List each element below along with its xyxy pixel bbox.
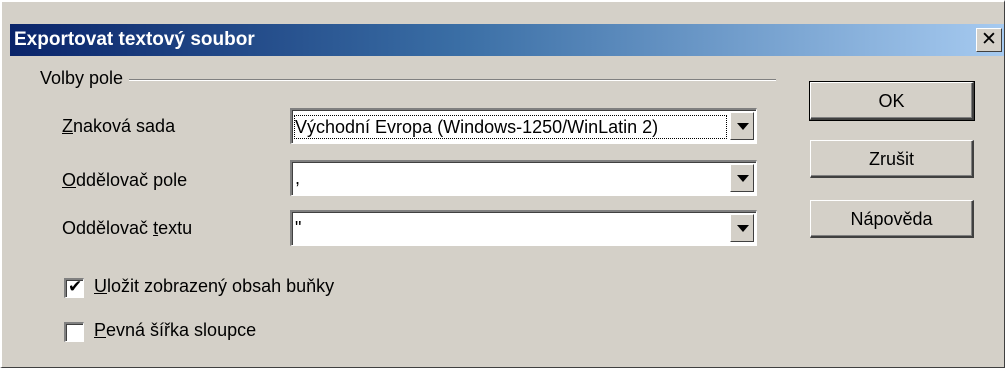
save-cell-content-checkbox[interactable]: ✔ [64, 277, 84, 298]
text-separator-label-rest: extu [158, 218, 193, 238]
fixed-column-width-mnemonic: P [94, 320, 107, 340]
field-separator-value[interactable]: , [295, 168, 726, 189]
field-separator-label-rest: ddělovač pole [76, 170, 188, 190]
chevron-down-icon [737, 175, 749, 182]
charset-label-rest: naková sada [73, 116, 176, 136]
help-button[interactable]: Nápověda [810, 200, 974, 238]
text-separator-label-prefix: Oddělovač [62, 218, 154, 238]
chevron-down-icon [737, 123, 749, 130]
close-icon: ✕ [981, 29, 997, 50]
text-separator-combobox[interactable]: " [290, 210, 757, 246]
save-cell-content-label: Uložit zobrazený obsah buňky [94, 276, 334, 297]
dialog-title: Exportovat textový soubor [14, 29, 255, 50]
charset-dropdown-button[interactable] [730, 112, 754, 140]
fixed-column-width-label: Pevná šířka sloupce [94, 320, 256, 341]
save-cell-content-mnemonic: U [94, 276, 107, 296]
text-separator-dropdown-button[interactable] [730, 214, 754, 242]
text-separator-value[interactable]: " [295, 218, 726, 239]
group-divider [42, 79, 776, 81]
field-separator-label: Oddělovač pole [62, 170, 187, 191]
export-text-file-dialog: Exportovat textový soubor ✕ Volby pole Z… [0, 0, 1005, 368]
field-separator-dropdown-button[interactable] [730, 164, 754, 192]
text-separator-label: Oddělovač textu [62, 218, 192, 239]
close-button[interactable]: ✕ [976, 28, 1002, 52]
title-bar[interactable]: Exportovat textový soubor ✕ [10, 24, 1004, 56]
ok-button[interactable]: OK [809, 81, 975, 121]
field-separator-label-mnemonic: O [62, 170, 77, 190]
checkmark-icon: ✔ [68, 277, 83, 296]
field-options-group-label: Volby pole [40, 68, 130, 89]
cancel-button[interactable]: Zrušit [810, 140, 974, 178]
save-cell-content-label-rest: ložit zobrazený obsah buňky [107, 276, 335, 296]
charset-select[interactable]: Východní Evropa (Windows-1250/WinLatin 2… [290, 108, 757, 144]
charset-value: Východní Evropa (Windows-1250/WinLatin 2… [294, 115, 727, 139]
field-separator-combobox[interactable]: , [290, 160, 757, 196]
charset-label: Znaková sada [62, 116, 175, 137]
fixed-column-width-checkbox[interactable]: ✔ [64, 322, 84, 342]
charset-label-mnemonic: Z [62, 116, 73, 136]
chevron-down-icon [737, 225, 749, 232]
fixed-column-width-label-rest: evná šířka sloupce [106, 320, 257, 340]
